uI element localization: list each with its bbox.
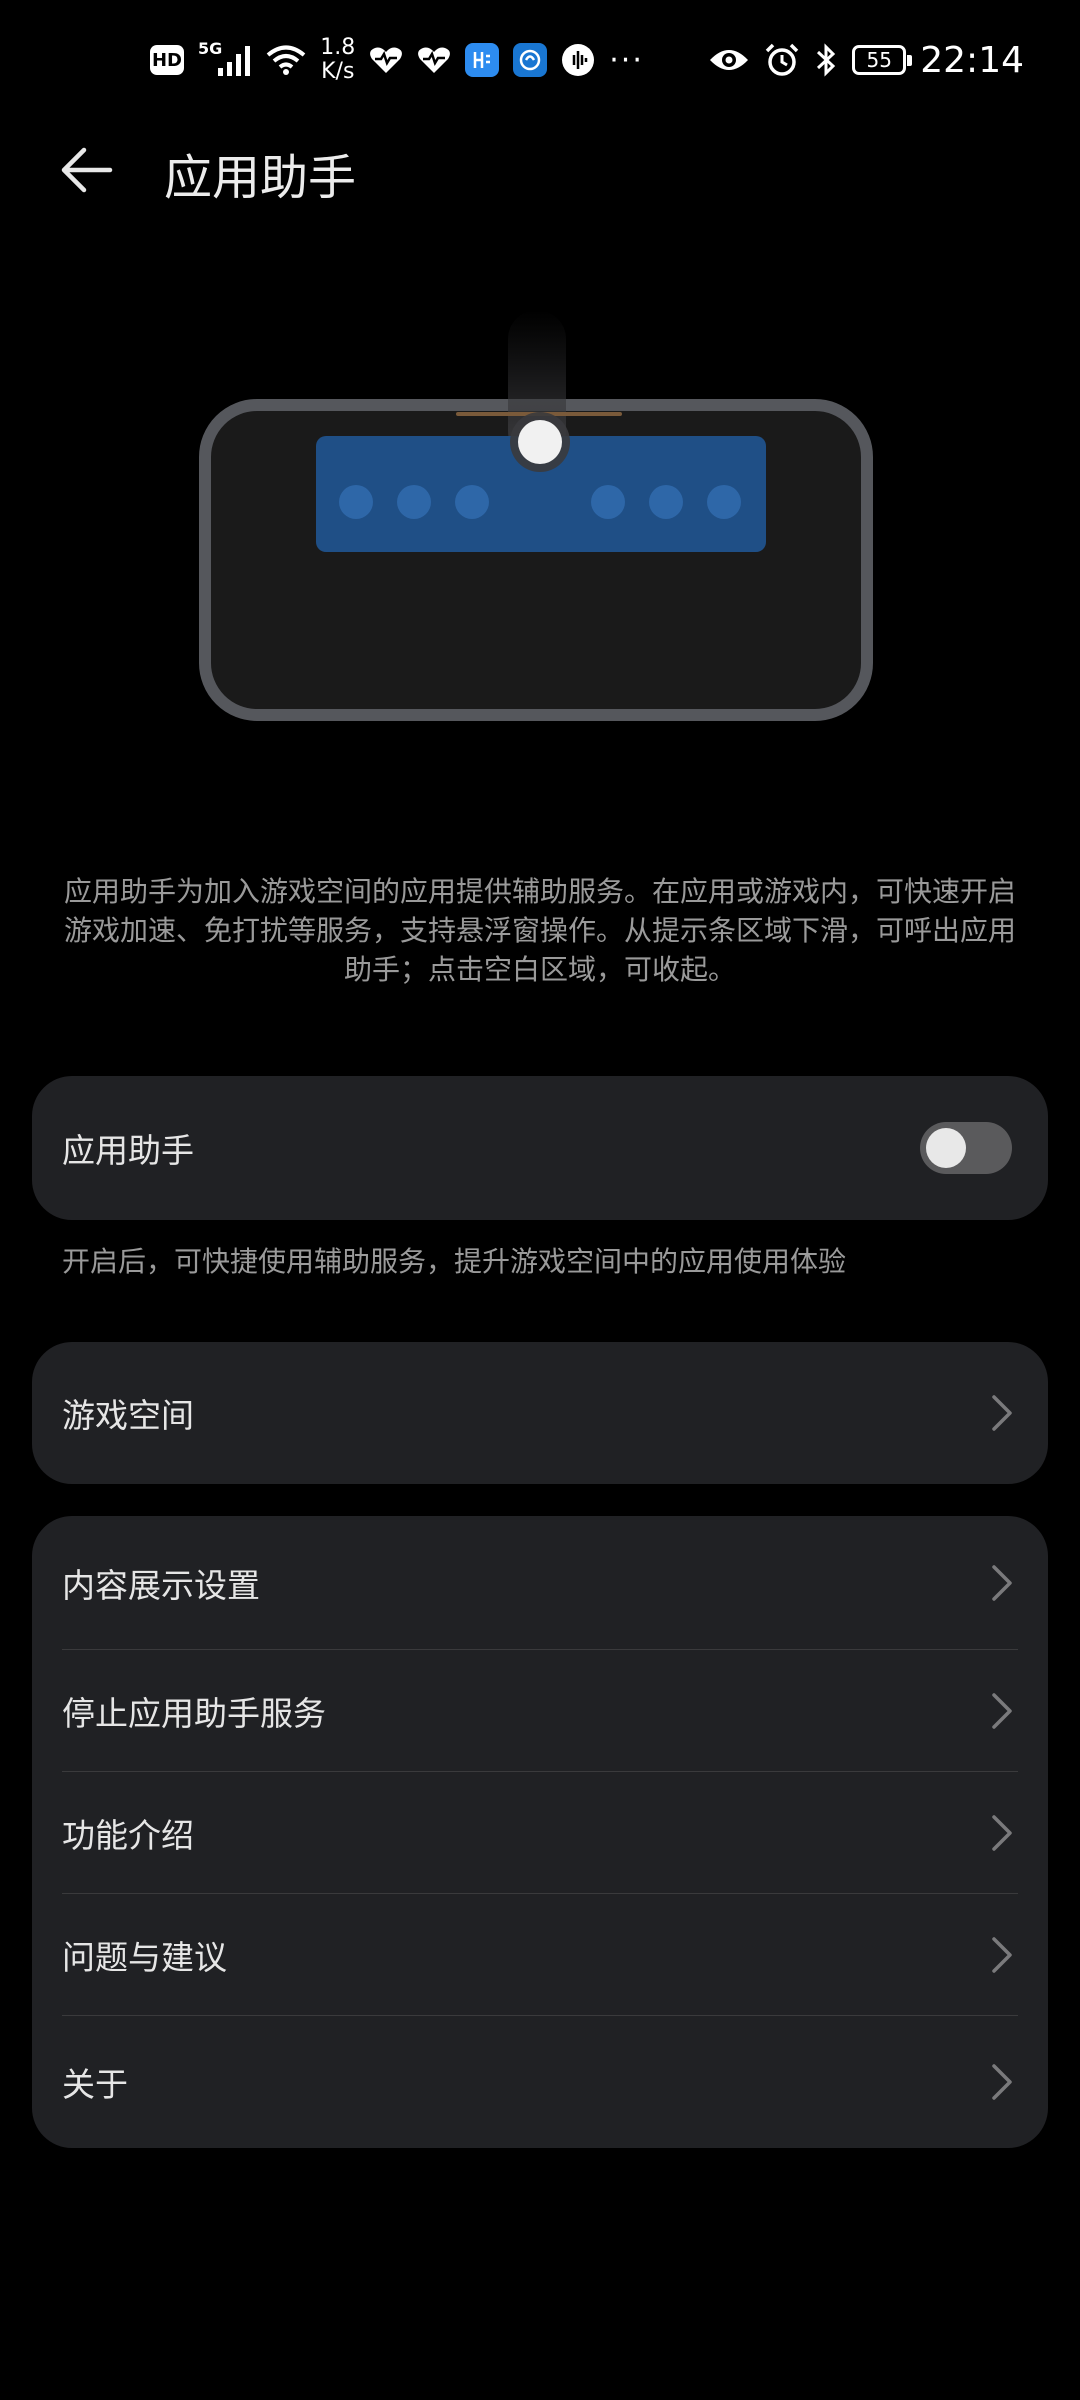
menu-item-label: 内容展示设置 bbox=[62, 1566, 260, 1605]
feature-description: 应用助手为加入游戏空间的应用提供辅助服务。在应用或游戏内，可快速开启游戏加速、免… bbox=[63, 875, 1016, 986]
speed-value: 1.8 bbox=[320, 35, 356, 60]
chevron-right-icon bbox=[992, 1937, 1012, 1973]
menu-item-label: 功能介绍 bbox=[62, 1816, 194, 1855]
network-type: 5G bbox=[198, 38, 223, 58]
hd-icon: HD bbox=[150, 45, 184, 75]
chevron-right-icon bbox=[992, 1815, 1012, 1851]
menu-item-label: 问题与建议 bbox=[62, 1938, 227, 1977]
status-bar-left: HD 5G 1.8 K/s ··· bbox=[150, 30, 644, 90]
chevron-right-icon bbox=[992, 2064, 1012, 2100]
eye-comfort-icon bbox=[710, 50, 749, 70]
bluetooth-icon bbox=[817, 43, 836, 77]
app-assistant-toggle[interactable] bbox=[920, 1122, 1012, 1174]
heart-health-icon bbox=[418, 47, 451, 73]
battery-level: 55 bbox=[866, 48, 892, 72]
app-assistant-toggle-row[interactable]: 应用助手 bbox=[32, 1076, 1048, 1220]
alarm-icon bbox=[766, 43, 799, 76]
menu-item-label: 关于 bbox=[62, 2065, 128, 2104]
toggle-label: 应用助手 bbox=[62, 1131, 194, 1170]
signal-icon bbox=[218, 46, 251, 76]
status-bar: HD 5G 1.8 K/s ··· 55 22:14 bbox=[0, 0, 1080, 120]
back-button[interactable] bbox=[58, 140, 128, 200]
status-bar-right: 55 22:14 bbox=[708, 30, 1024, 90]
chevron-right-icon bbox=[992, 1395, 1012, 1431]
menu-item-feature-intro[interactable]: 功能介绍 bbox=[32, 1772, 1048, 1894]
game-space-card: 游戏空间 bbox=[32, 1342, 1048, 1484]
battery-icon: 55 bbox=[852, 45, 913, 75]
back-arrow-icon bbox=[61, 147, 113, 193]
game-space-row[interactable]: 游戏空间 bbox=[32, 1342, 1048, 1484]
network-speed: 1.8 K/s bbox=[320, 36, 355, 84]
toggle-card: 应用助手 bbox=[32, 1076, 1048, 1220]
page-title: 应用助手 bbox=[164, 150, 357, 206]
menu-item-feedback[interactable]: 问题与建议 bbox=[32, 1894, 1048, 2016]
speed-unit: K/s bbox=[321, 59, 355, 84]
wifi-icon bbox=[266, 45, 306, 75]
app-header: 应用助手 bbox=[0, 120, 1080, 220]
chevron-right-icon bbox=[992, 1693, 1012, 1729]
app-notification-icon bbox=[465, 43, 500, 77]
settings-menu-card: 内容展示设置 停止应用助手服务 功能介绍 问题与建议 关于 bbox=[32, 1516, 1048, 2148]
heart-health-icon bbox=[370, 47, 403, 73]
chevron-right-icon bbox=[992, 1565, 1012, 1601]
menu-item-about[interactable]: 关于 bbox=[32, 2016, 1048, 2148]
menu-item-stop-service[interactable]: 停止应用助手服务 bbox=[32, 1650, 1048, 1772]
app-notification-icon bbox=[513, 43, 548, 77]
more-dots-icon: ··· bbox=[609, 42, 644, 78]
game-space-label: 游戏空间 bbox=[62, 1396, 194, 1435]
status-time: 22:14 bbox=[920, 39, 1024, 81]
toggle-knob bbox=[926, 1128, 966, 1168]
toggle-hint: 开启后，可快捷使用辅助服务，提升游戏空间中的应用使用体验 bbox=[62, 1245, 847, 1278]
voice-icon bbox=[562, 44, 595, 76]
assistant-illustration bbox=[199, 310, 873, 721]
menu-item-content-display[interactable]: 内容展示设置 bbox=[32, 1516, 1048, 1650]
menu-item-label: 停止应用助手服务 bbox=[62, 1694, 326, 1733]
